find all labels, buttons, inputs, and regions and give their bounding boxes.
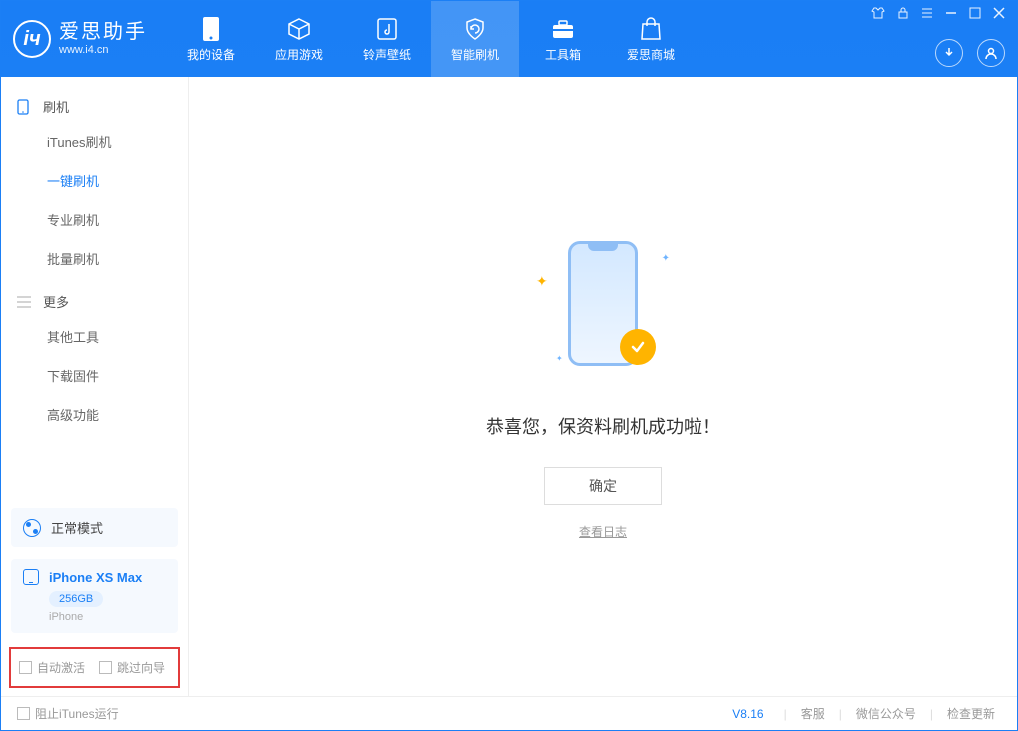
success-illustration: ✦ ✦ ✦ xyxy=(518,233,688,383)
footer-update-link[interactable]: 检查更新 xyxy=(941,705,1001,722)
checkmark-badge-icon xyxy=(620,329,656,365)
device-small-icon xyxy=(23,569,39,585)
sparkle-icon: ✦ xyxy=(662,253,670,264)
cube-icon xyxy=(287,16,311,42)
sidebar-item-other-tools[interactable]: 其他工具 xyxy=(1,317,188,356)
footer: 阻止iTunes运行 V8.16 | 客服 | 微信公众号 | 检查更新 xyxy=(1,696,1017,730)
checkbox-block-itunes[interactable]: 阻止iTunes运行 xyxy=(17,705,119,722)
sidebar-group-more: 更多 xyxy=(1,286,188,317)
tab-apps[interactable]: 应用游戏 xyxy=(255,1,343,77)
close-button[interactable] xyxy=(993,7,1005,22)
list-icon xyxy=(17,296,33,308)
mode-icon xyxy=(23,519,41,537)
app-window: iч 爱思助手 www.i4.cn 我的设备 应用游戏 铃声壁纸 智能刷机 xyxy=(0,0,1018,731)
header: iч 爱思助手 www.i4.cn 我的设备 应用游戏 铃声壁纸 智能刷机 xyxy=(1,1,1017,77)
ok-button[interactable]: 确定 xyxy=(544,467,662,505)
bag-icon xyxy=(640,16,662,42)
footer-wechat-link[interactable]: 微信公众号 xyxy=(850,705,922,722)
tab-toolbox[interactable]: 工具箱 xyxy=(519,1,607,77)
view-log-link[interactable]: 查看日志 xyxy=(579,523,627,540)
checkbox-skip-guide[interactable]: 跳过向导 xyxy=(99,659,165,676)
device-capacity-badge: 256GB xyxy=(49,591,103,607)
maximize-button[interactable] xyxy=(969,7,981,22)
footer-support-link[interactable]: 客服 xyxy=(795,705,831,722)
tab-smart-flash[interactable]: 智能刷机 xyxy=(431,1,519,77)
sidebar-item-download-firmware[interactable]: 下载固件 xyxy=(1,356,188,395)
shield-refresh-icon xyxy=(463,16,487,42)
logo: iч 爱思助手 www.i4.cn xyxy=(13,20,147,58)
tab-my-device[interactable]: 我的设备 xyxy=(167,1,255,77)
checkbox-auto-activate[interactable]: 自动激活 xyxy=(19,659,85,676)
shirt-icon[interactable] xyxy=(871,7,885,22)
sidebar: 刷机 iTunes刷机 一键刷机 专业刷机 批量刷机 更多 其他工具 下载固件 … xyxy=(1,77,189,696)
phone-icon xyxy=(202,16,220,42)
sidebar-item-oneclick-flash[interactable]: 一键刷机 xyxy=(1,161,188,200)
user-button[interactable] xyxy=(977,39,1005,67)
mode-indicator[interactable]: 正常模式 xyxy=(11,508,178,547)
menu-icon[interactable] xyxy=(921,7,933,22)
sidebar-group-flash: 刷机 xyxy=(1,91,188,122)
lock-icon[interactable] xyxy=(897,7,909,22)
sidebar-item-pro-flash[interactable]: 专业刷机 xyxy=(1,200,188,239)
window-controls xyxy=(871,7,1005,22)
sidebar-item-batch-flash[interactable]: 批量刷机 xyxy=(1,239,188,278)
sparkle-icon: ✦ xyxy=(556,354,563,363)
tab-ringtones[interactable]: 铃声壁纸 xyxy=(343,1,431,77)
bottom-options-highlighted: 自动激活 跳过向导 xyxy=(9,647,180,688)
success-message: 恭喜您，保资料刷机成功啦！ xyxy=(486,413,720,439)
logo-icon: iч xyxy=(13,20,51,58)
toolbox-icon xyxy=(551,16,575,42)
device-icon xyxy=(17,99,33,115)
sparkle-icon: ✦ xyxy=(536,273,548,290)
device-type-label: iPhone xyxy=(49,611,83,623)
sidebar-item-advanced[interactable]: 高级功能 xyxy=(1,395,188,434)
app-title: 爱思助手 xyxy=(59,20,147,44)
sidebar-item-itunes-flash[interactable]: iTunes刷机 xyxy=(1,122,188,161)
music-file-icon xyxy=(376,16,398,42)
device-card[interactable]: iPhone XS Max 256GB iPhone xyxy=(11,559,178,633)
app-subtitle: www.i4.cn xyxy=(59,44,147,57)
version-label: V8.16 xyxy=(732,707,763,721)
tab-store[interactable]: 爱思商城 xyxy=(607,1,695,77)
download-button[interactable] xyxy=(935,39,963,67)
main-content: ✦ ✦ ✦ 恭喜您，保资料刷机成功啦！ 确定 查看日志 xyxy=(189,77,1017,696)
minimize-button[interactable] xyxy=(945,7,957,22)
nav-tabs: 我的设备 应用游戏 铃声壁纸 智能刷机 工具箱 爱思商城 xyxy=(167,1,695,77)
